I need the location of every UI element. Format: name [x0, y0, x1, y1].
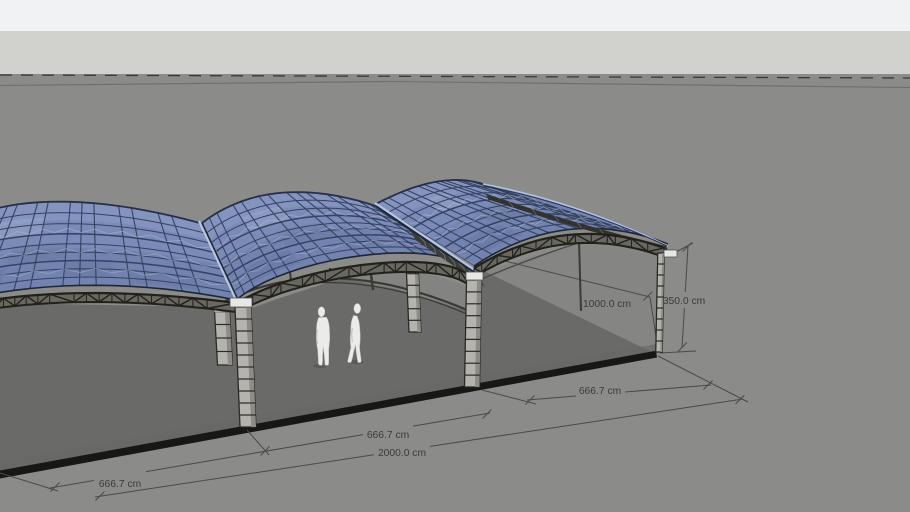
svg-text:2000.0 cm: 2000.0 cm — [378, 448, 426, 459]
svg-text:666.7 cm: 666.7 cm — [367, 430, 409, 441]
svg-text:666.7 cm: 666.7 cm — [579, 386, 621, 397]
svg-text:1000.0 cm: 1000.0 cm — [583, 299, 631, 310]
svg-text:666.7 cm: 666.7 cm — [99, 479, 141, 490]
svg-text:350.0 cm: 350.0 cm — [663, 296, 705, 307]
